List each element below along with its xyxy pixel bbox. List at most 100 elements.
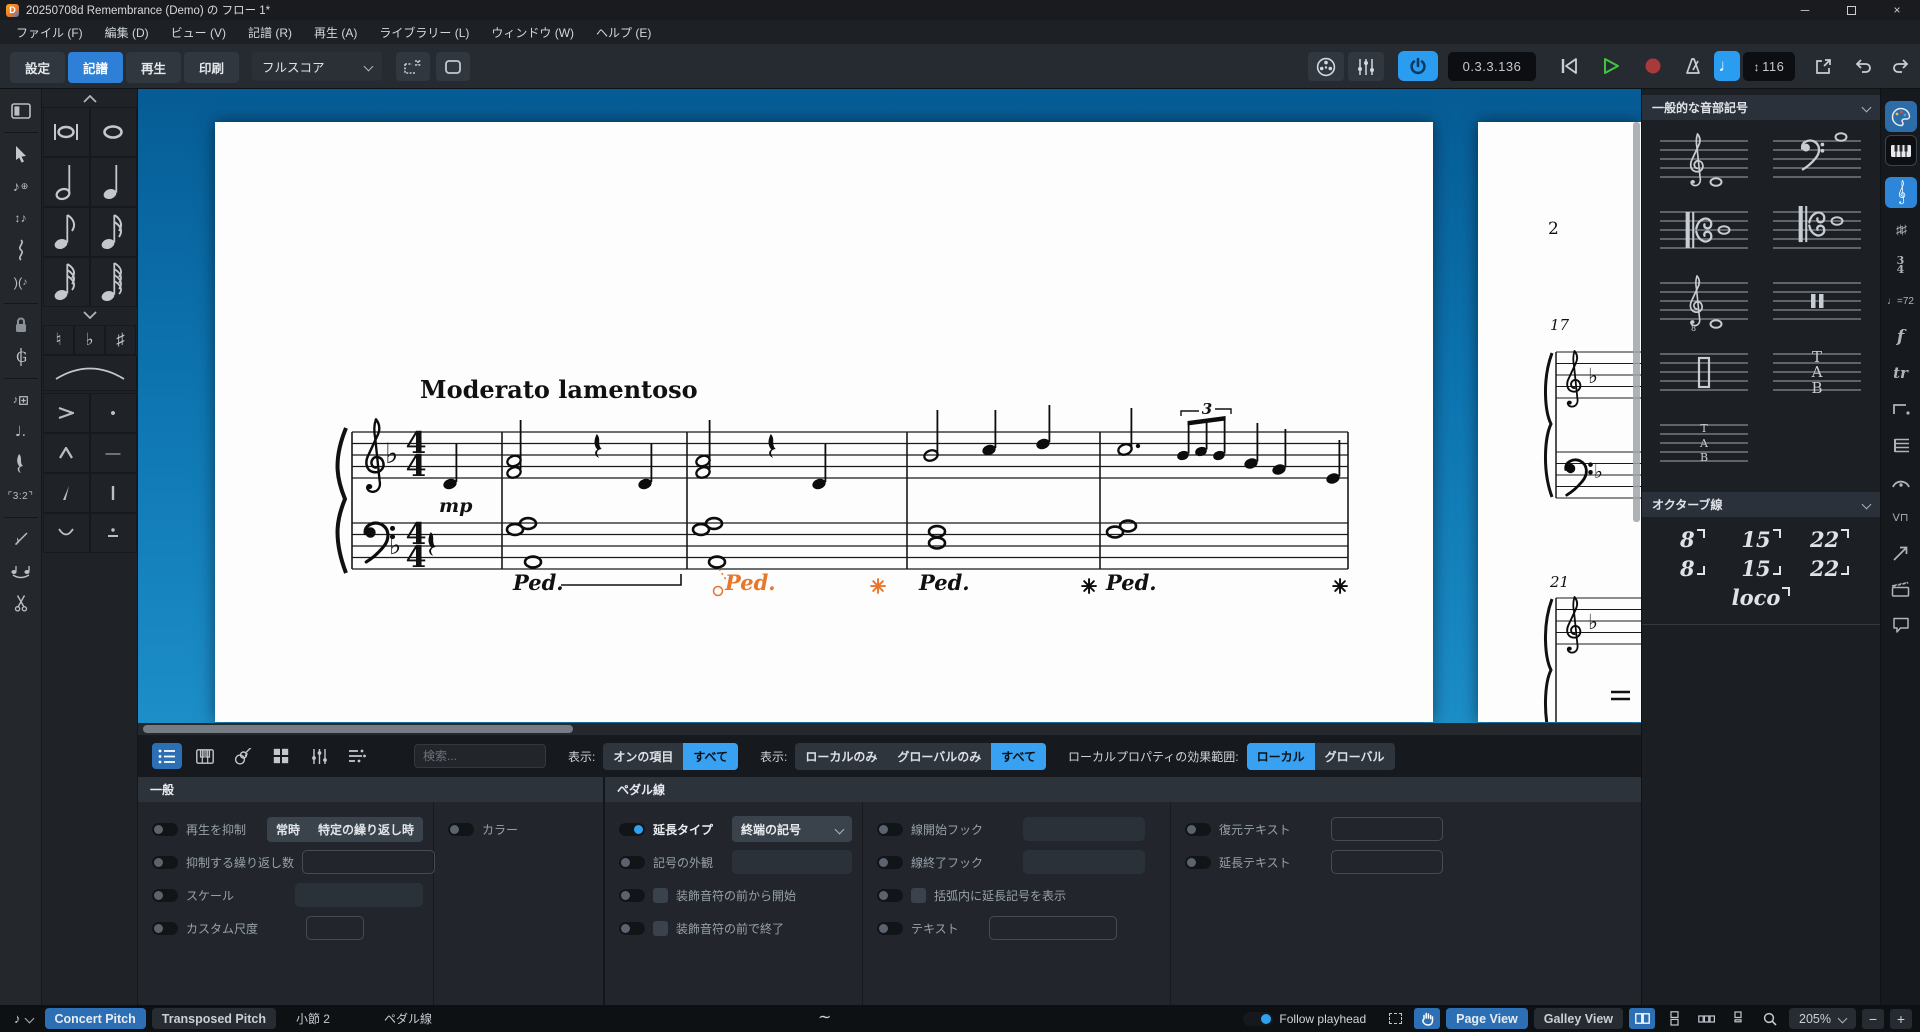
marquee-tool-button[interactable]: [1382, 1008, 1408, 1029]
note[interactable]: [695, 454, 711, 468]
note[interactable]: [695, 466, 711, 480]
score-page-1[interactable]: Moderato lamentoso: [215, 122, 1433, 722]
line-end-hook-field[interactable]: [1023, 850, 1145, 874]
rest-button[interactable]: [6, 450, 36, 478]
tab-drum-pads[interactable]: [266, 743, 296, 769]
key-flat-bass[interactable]: ♭: [389, 531, 401, 561]
minimize-button[interactable]: ─: [1782, 0, 1828, 20]
transpose-note-button[interactable]: ↕♪: [6, 204, 36, 232]
horizontal-scrollbar[interactable]: [138, 723, 1641, 735]
note[interactable]: [709, 557, 725, 568]
tab-fretboard[interactable]: [228, 743, 258, 769]
dynamic-mp[interactable]: mp: [439, 495, 473, 517]
clef-treble-button[interactable]: [1654, 132, 1754, 190]
menu-edit[interactable]: 編集 (D): [95, 21, 159, 44]
keyboard-panel-button[interactable]: [1885, 135, 1917, 166]
zoom-in-button[interactable]: +: [1890, 1009, 1912, 1029]
note[interactable]: [929, 526, 945, 537]
octave-22mb-button[interactable]: 22: [1810, 556, 1849, 581]
line-end-hook-toggle[interactable]: [877, 856, 903, 869]
restorative-text-toggle[interactable]: [1185, 823, 1211, 836]
new-tab-button[interactable]: [396, 52, 430, 81]
accidental-flat-button[interactable]: ♭: [74, 325, 105, 355]
clef-percussion-button[interactable]: [1767, 274, 1867, 332]
grace-slash-button[interactable]: ♪: [6, 525, 36, 553]
key-flat-treble[interactable]: ♭: [385, 437, 398, 470]
detach-button[interactable]: [1806, 51, 1840, 81]
menu-help[interactable]: ヘルプ (E): [586, 21, 661, 44]
vertical-pages-button[interactable]: [1661, 1008, 1687, 1029]
articulation-accent-button[interactable]: [43, 393, 90, 433]
grace-end-toggle[interactable]: [619, 922, 645, 935]
note-thirtysecond-button[interactable]: [43, 257, 90, 307]
octave-loco-button[interactable]: loco: [1732, 585, 1791, 610]
panel-resize-handle[interactable]: ∼: [818, 1007, 831, 1027]
menu-write[interactable]: 記譜 (R): [238, 21, 302, 44]
clef-tab-small-button[interactable]: TAB: [1654, 416, 1754, 474]
maximize-button[interactable]: [1828, 0, 1874, 20]
galley-view-button[interactable]: Galley View: [1534, 1008, 1623, 1029]
follow-playhead-toggle[interactable]: [1243, 1012, 1273, 1026]
search-input[interactable]: [414, 744, 546, 768]
single-window-button[interactable]: [436, 52, 470, 81]
note-input-button[interactable]: ♪⊕: [6, 172, 36, 200]
note-breve-button[interactable]: [43, 107, 90, 157]
suppress-playback-toggle[interactable]: [152, 823, 178, 836]
tempo-note-button[interactable]: ♩: [1714, 51, 1740, 81]
mixer-button[interactable]: [1348, 52, 1384, 81]
video-button[interactable]: [1308, 52, 1344, 81]
arpeggio-tool-button[interactable]: [6, 236, 36, 264]
note-whole-button[interactable]: [90, 107, 137, 157]
menu-view[interactable]: ビュー (V): [161, 21, 236, 44]
metronome-button[interactable]: [1676, 51, 1710, 81]
zoom-level-select[interactable]: 205%: [1789, 1008, 1856, 1029]
holds-pauses-button[interactable]: [1884, 463, 1918, 499]
octave-15mb-button[interactable]: 15: [1741, 556, 1780, 581]
note-eighth-button[interactable]: [43, 207, 90, 257]
clef-rhythmic-button[interactable]: [1654, 345, 1754, 403]
octave-15ma-button[interactable]: 15: [1741, 527, 1780, 552]
scissors-button[interactable]: [6, 589, 36, 617]
tab-piano-keyboard[interactable]: [190, 743, 220, 769]
pedal-release-star[interactable]: [1333, 579, 1347, 593]
continuation-text-field[interactable]: [1331, 850, 1443, 874]
clefs-panel-button[interactable]: [1885, 177, 1917, 208]
duration-type-select[interactable]: 終端の記号: [732, 816, 852, 842]
note-quarter-button[interactable]: [90, 157, 137, 207]
clef-tool-button[interactable]: G: [6, 343, 36, 371]
key-signatures-button[interactable]: ♯♯: [1884, 211, 1918, 247]
panel-scroll-up[interactable]: [42, 91, 137, 107]
filter-on-items[interactable]: オンの項目: [603, 743, 683, 770]
close-button[interactable]: ×: [1874, 0, 1920, 20]
time-signatures-button[interactable]: 34: [1884, 247, 1918, 283]
filter-local-only[interactable]: ローカルのみ: [795, 743, 887, 770]
sign-appearance-toggle[interactable]: [619, 856, 645, 869]
tab-setup[interactable]: 設定: [10, 52, 65, 83]
page-view-button[interactable]: Page View: [1446, 1008, 1528, 1029]
note[interactable]: [506, 466, 522, 480]
playing-techniques-button[interactable]: V⊓: [1884, 499, 1918, 535]
dynamics-panel-button[interactable]: f: [1884, 319, 1918, 355]
selected-pedal-sign[interactable]: Ped.: [714, 569, 776, 596]
clef-tenor-button[interactable]: [1767, 203, 1867, 261]
triplet-group[interactable]: [1176, 416, 1226, 462]
range-global[interactable]: グローバル: [1315, 743, 1395, 770]
accidental-sharp-button[interactable]: ♯: [105, 325, 136, 355]
pedal-line[interactable]: [561, 574, 681, 585]
slur-button[interactable]: [43, 355, 137, 391]
horizontal-scroll-thumb[interactable]: [143, 725, 573, 733]
custom-scale-field[interactable]: [306, 916, 364, 940]
articulation-staccatissimo-button[interactable]: [43, 473, 90, 513]
custom-scale-toggle[interactable]: [152, 922, 178, 935]
select-tool-button[interactable]: [6, 140, 36, 168]
grace-start-toggle[interactable]: [619, 889, 645, 902]
treble-clef[interactable]: [366, 419, 383, 491]
note-half-button[interactable]: [43, 157, 90, 207]
filter-global-only[interactable]: グローバルのみ: [887, 743, 991, 770]
tie-tool-button[interactable]: [6, 557, 36, 585]
menu-library[interactable]: ライブラリー (L): [369, 21, 479, 44]
filter-all-scope[interactable]: すべて: [991, 743, 1046, 770]
filter-all-items[interactable]: すべて: [683, 743, 738, 770]
tuplet-insert-button[interactable]: )(♪: [6, 268, 36, 296]
scale-toggle[interactable]: [152, 889, 178, 902]
